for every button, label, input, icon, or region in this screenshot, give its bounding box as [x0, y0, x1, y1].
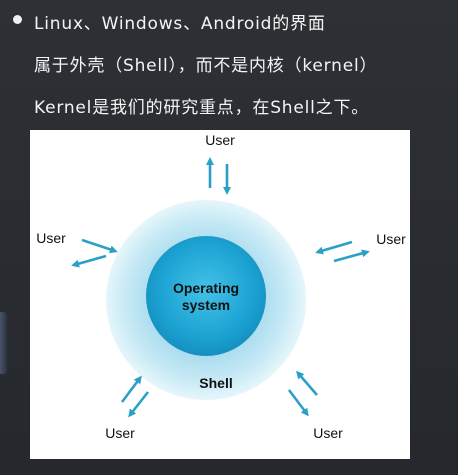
arrows-bottom-left	[120, 375, 150, 418]
presenter-edge	[0, 312, 7, 374]
arrows-top	[206, 157, 231, 195]
arrows-right	[315, 240, 370, 263]
os-shell-diagram: Operating system Shell User User User Us…	[30, 130, 410, 459]
user-label-right: User	[376, 231, 406, 247]
user-label-top: User	[205, 132, 235, 148]
bullet-text-line-3: Kernel是我们的研究重点，在Shell之下。	[34, 98, 370, 118]
arrows-bottom-right	[287, 370, 318, 417]
bullet-text-line-2: 属于外壳（Shell），而不是内核（kernel）	[34, 56, 378, 76]
kernel-core	[146, 236, 266, 356]
arrow-in-icon	[296, 370, 318, 396]
arrow-in-icon	[81, 238, 118, 254]
shell-label: Shell	[199, 375, 232, 391]
user-label-bottom-right: User	[313, 425, 343, 441]
core-label-line-1: Operating	[173, 280, 239, 296]
arrow-out-icon	[128, 391, 150, 418]
arrow-out-icon	[287, 389, 309, 417]
core-label-line-2: system	[182, 297, 230, 313]
lecture-slide: Linux、Windows、Android的界面 属于外壳（Shell），而不是…	[0, 0, 458, 475]
arrow-in-icon	[315, 240, 353, 255]
bullet-text-line-1: Linux、Windows、Android的界面	[34, 14, 326, 34]
bullet-dot	[13, 15, 22, 24]
arrow-in-icon	[120, 375, 142, 403]
diagram-canvas: Operating system Shell User User User Us…	[36, 132, 406, 441]
arrow-out-icon	[71, 254, 107, 268]
user-label-left: User	[36, 230, 66, 246]
arrows-left	[71, 238, 118, 268]
user-label-bottom-left: User	[105, 425, 135, 441]
arrow-out-icon	[333, 249, 370, 263]
